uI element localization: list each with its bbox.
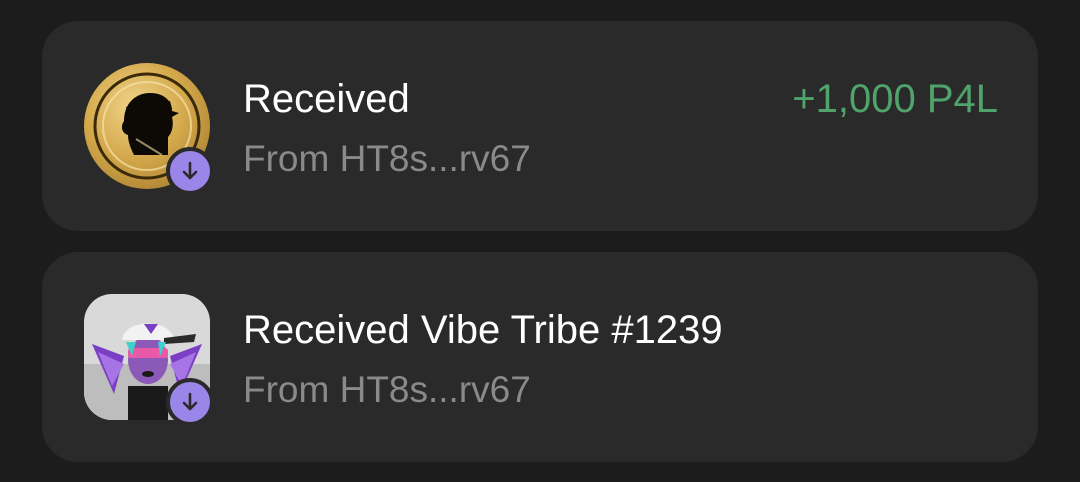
- transaction-row[interactable]: Received Vibe Tribe #1239 From HT8s...rv…: [42, 252, 1038, 462]
- transaction-sender: From HT8s...rv67: [243, 138, 531, 179]
- arrow-down-icon: [182, 392, 198, 411]
- token-avatar: [84, 63, 214, 195]
- arrow-down-icon: [182, 161, 198, 180]
- nft-avatar: [84, 294, 214, 426]
- transaction-sender: From HT8s...rv67: [243, 369, 531, 410]
- received-badge: [166, 147, 214, 195]
- received-badge: [166, 378, 214, 426]
- transaction-title: Received Vibe Tribe #1239: [243, 308, 723, 352]
- transaction-amount: +1,000 P4L: [792, 77, 998, 121]
- transaction-row[interactable]: Received From HT8s...rv67 +1,000 P4L: [42, 21, 1038, 231]
- activity-list: Received From HT8s...rv67 +1,000 P4L Rec…: [0, 0, 1080, 482]
- transaction-title: Received: [243, 77, 410, 121]
